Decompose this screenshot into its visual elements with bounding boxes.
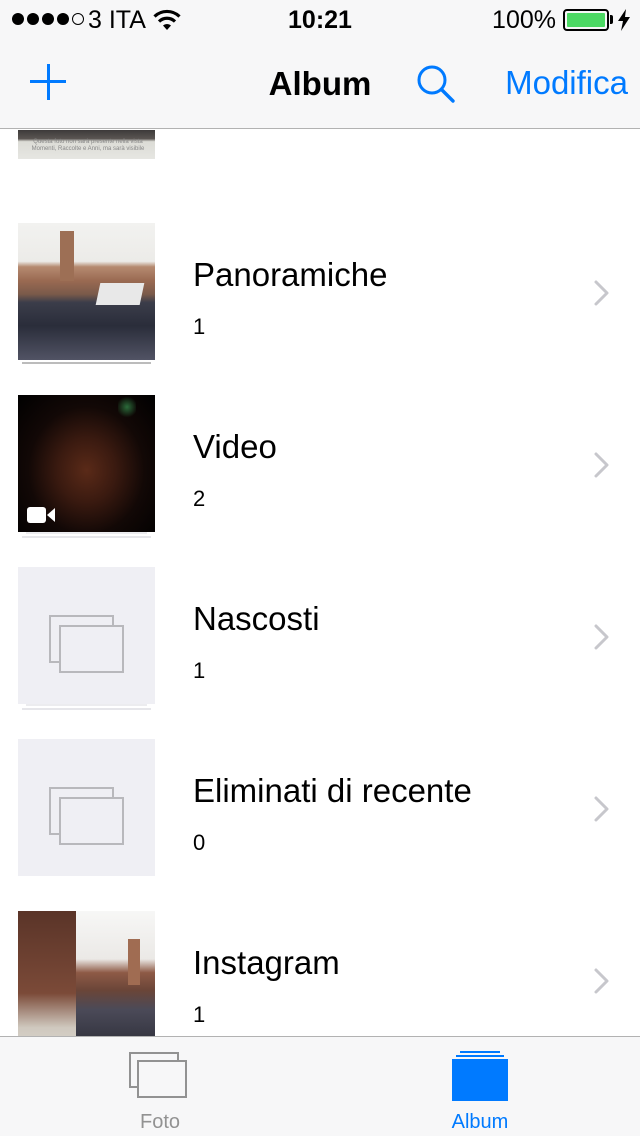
photos-stack-icon bbox=[129, 1052, 187, 1098]
album-row-nascosti[interactable]: Nascosti 1 bbox=[0, 532, 640, 725]
empty-album-icon bbox=[49, 787, 124, 845]
album-title: Nascosti bbox=[193, 600, 320, 637]
chevron-right-icon bbox=[594, 796, 609, 822]
chevron-right-icon bbox=[594, 624, 609, 650]
navigation-bar: Album Modifica bbox=[0, 40, 640, 129]
album-row-panoramiche[interactable]: Panoramiche 1 bbox=[0, 209, 640, 381]
tab-foto[interactable]: Foto bbox=[0, 1037, 320, 1136]
album-list[interactable]: Questa foto non sarà presente nella vist… bbox=[0, 130, 640, 1036]
tab-label: Album bbox=[451, 1111, 509, 1133]
stack-edge bbox=[26, 704, 147, 706]
album-title: Instagram bbox=[193, 944, 340, 981]
chevron-right-icon bbox=[594, 452, 609, 478]
album-row-video[interactable]: Video 2 bbox=[0, 362, 640, 553]
album-thumbnail bbox=[18, 395, 155, 532]
video-camera-icon bbox=[27, 507, 55, 523]
album-title: Panoramiche bbox=[193, 256, 388, 293]
empty-album-icon bbox=[49, 615, 124, 673]
album-row-eliminati-di-recente[interactable]: Eliminati di recente 0 bbox=[0, 704, 640, 897]
album-title: Video bbox=[193, 428, 277, 465]
album-count: 1 bbox=[193, 1002, 206, 1027]
tab-label: Foto bbox=[139, 1111, 181, 1133]
charging-bolt-icon bbox=[617, 9, 631, 36]
status-bar: 3 ITA 10:21 100% bbox=[0, 0, 640, 40]
stack-edge bbox=[26, 532, 147, 534]
edit-button[interactable]: Modifica bbox=[505, 64, 628, 102]
search-icon bbox=[417, 65, 455, 103]
albums-stack-icon bbox=[452, 1051, 508, 1101]
stack-edge bbox=[22, 708, 151, 710]
album-thumbnail bbox=[18, 911, 155, 1036]
battery-tip bbox=[610, 15, 613, 24]
album-count: 2 bbox=[193, 486, 206, 511]
album-row-instagram[interactable]: Instagram 1 bbox=[0, 897, 640, 1036]
album-count: 0 bbox=[193, 830, 206, 855]
stack-edge bbox=[22, 362, 151, 364]
partial-album-thumbnail[interactable]: Questa foto non sarà presente nella vist… bbox=[18, 130, 155, 159]
album-count: 1 bbox=[193, 314, 206, 339]
tab-bar: Foto Album bbox=[0, 1036, 640, 1136]
album-thumbnail bbox=[18, 739, 155, 876]
album-thumbnail bbox=[18, 567, 155, 704]
battery-icon bbox=[563, 9, 609, 31]
album-count: 1 bbox=[193, 658, 206, 683]
search-button[interactable] bbox=[414, 62, 458, 111]
stack-edge bbox=[22, 536, 151, 538]
tab-album[interactable]: Album bbox=[320, 1037, 640, 1136]
battery-percent: 100% bbox=[492, 6, 556, 34]
album-thumbnail bbox=[18, 223, 155, 360]
partial-thumb-text: Questa foto non sarà presente nella vist… bbox=[31, 139, 145, 152]
chevron-right-icon bbox=[594, 280, 609, 306]
album-title: Eliminati di recente bbox=[193, 772, 472, 809]
chevron-right-icon bbox=[594, 968, 609, 994]
